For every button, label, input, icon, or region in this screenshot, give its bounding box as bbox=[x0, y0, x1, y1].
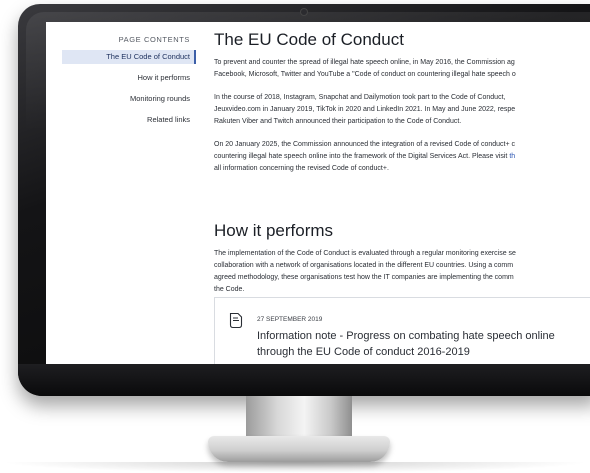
page-contents-title: PAGE CONTENTS bbox=[118, 35, 190, 44]
paragraph-line: the Code. bbox=[214, 286, 245, 293]
publication-title-line: through the EU Code of conduct 2016-2019 bbox=[257, 346, 470, 358]
monitor-stand-neck bbox=[246, 396, 352, 438]
toc-item-label: The EU Code of Conduct bbox=[106, 52, 190, 61]
paragraph-line: all information concerning the revised C… bbox=[214, 165, 389, 172]
paragraph-revised-code: On 20 January 2025, the Commission annou… bbox=[214, 139, 515, 175]
toc-item-how-it-performs[interactable]: How it performs bbox=[137, 73, 190, 82]
paragraph-line: agreed methodology, these organisations … bbox=[214, 274, 514, 281]
publication-date: 27 SEPTEMBER 2019 bbox=[257, 316, 323, 323]
publication-title-line: Information note - Progress on combating… bbox=[257, 330, 555, 342]
paragraph-line: Jeuxvideo.com in January 2019, TikTok in… bbox=[214, 106, 516, 113]
section-heading-code-of-conduct: The EU Code of Conduct bbox=[214, 30, 404, 49]
monitor-stand-base bbox=[208, 436, 390, 462]
paragraph-line: The implementation of the Code of Conduc… bbox=[214, 250, 516, 257]
paragraph-line: To prevent and counter the spread of ill… bbox=[214, 59, 515, 66]
webcam-icon bbox=[300, 8, 308, 16]
floor-shadow bbox=[0, 462, 590, 473]
paragraph-line: collaboration with a network of organisa… bbox=[214, 262, 514, 269]
toc-item-eu-code-of-conduct[interactable]: The EU Code of Conduct bbox=[62, 50, 196, 64]
toc-item-related-links[interactable]: Related links bbox=[147, 115, 190, 124]
visit-link[interactable]: th bbox=[509, 153, 515, 160]
paragraph-line: On 20 January 2025, the Commission annou… bbox=[214, 141, 515, 148]
paragraph-participants: In the course of 2018, Instagram, Snapch… bbox=[214, 92, 515, 128]
section-heading-how-it-performs: How it performs bbox=[214, 221, 334, 240]
paragraph-monitoring: The implementation of the Code of Conduc… bbox=[214, 248, 516, 296]
paragraph-line: In the course of 2018, Instagram, Snapch… bbox=[214, 94, 506, 101]
paragraph-intro: To prevent and counter the spread of ill… bbox=[214, 57, 516, 81]
paragraph-line: countering illegal hate speech online in… bbox=[214, 151, 515, 163]
monitor-chin bbox=[18, 364, 590, 396]
toc-item-monitoring-rounds[interactable]: Monitoring rounds bbox=[130, 94, 190, 103]
paragraph-text: countering illegal hate speech online in… bbox=[214, 153, 510, 160]
publication-title-link[interactable]: Information note - Progress on combating… bbox=[257, 328, 555, 360]
screen: PAGE CONTENTS The EU Code of Conduct How… bbox=[46, 22, 590, 364]
paragraph-line: Facebook, Microsoft, Twitter and YouTube… bbox=[214, 71, 516, 78]
document-icon bbox=[229, 312, 243, 329]
publication-card[interactable]: 27 SEPTEMBER 2019 Information note - Pro… bbox=[214, 297, 590, 364]
paragraph-line: Rakuten Viber and Twitch announced their… bbox=[214, 118, 462, 125]
